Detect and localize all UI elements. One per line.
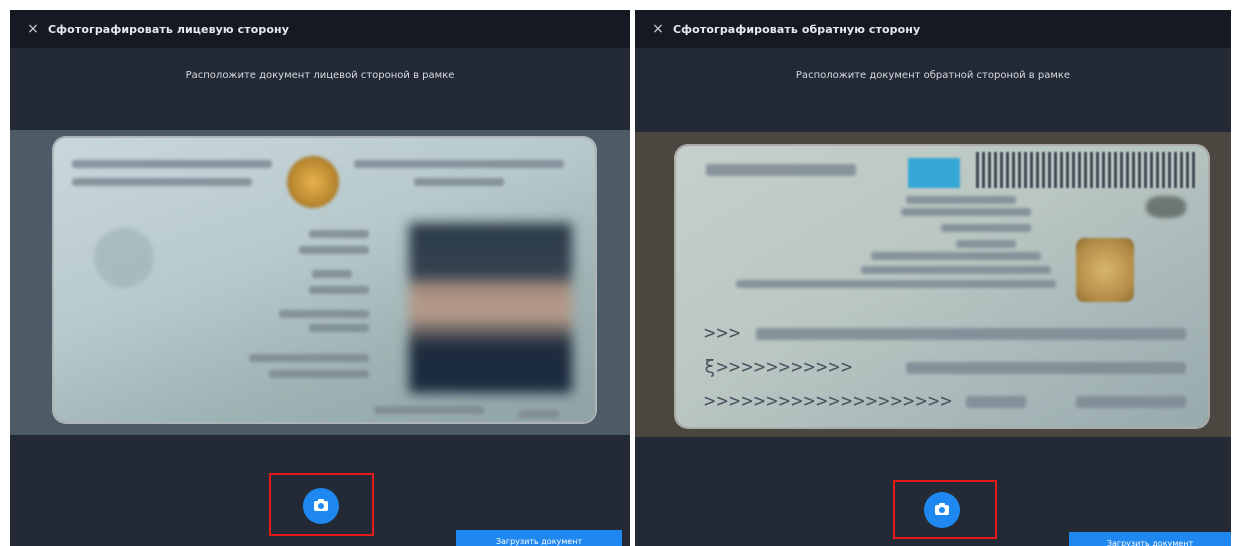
blurred-text bbox=[941, 224, 1031, 232]
blurred-text bbox=[706, 164, 856, 176]
blurred-text bbox=[1076, 396, 1186, 408]
instruction-text: Расположите документ лицевой стороной в … bbox=[185, 70, 455, 81]
portrait-photo bbox=[409, 223, 572, 393]
blurred-text bbox=[414, 178, 504, 186]
emblem-image bbox=[287, 156, 339, 208]
blurred-text bbox=[906, 362, 1186, 374]
ghost-photo bbox=[94, 228, 154, 288]
mrz-line: >>> bbox=[704, 322, 742, 344]
blurred-text bbox=[269, 370, 369, 378]
page-title: Сфотографировать лицевую сторону bbox=[48, 22, 290, 36]
upload-document-button[interactable]: Загрузить документ bbox=[1069, 532, 1231, 546]
close-icon[interactable]: × bbox=[18, 21, 48, 37]
upload-document-button[interactable]: Загрузить документ bbox=[456, 530, 622, 546]
blurred-text bbox=[901, 208, 1031, 216]
map-image bbox=[1146, 196, 1186, 218]
blurred-text bbox=[374, 406, 484, 414]
close-icon[interactable]: × bbox=[643, 21, 673, 37]
camera-preview bbox=[10, 130, 630, 435]
instruction-text: Расположите документ обратной стороной в… bbox=[795, 70, 1071, 81]
blurred-text bbox=[906, 196, 1016, 204]
blurred-text bbox=[354, 160, 564, 168]
mrz-line: ξ>>>>>>>>>>> bbox=[704, 356, 854, 378]
topbar: × Сфотографировать обратную сторону bbox=[635, 10, 1231, 48]
blurred-text bbox=[756, 328, 1186, 340]
blurred-text bbox=[312, 270, 352, 278]
mrz-line: >>>>>>>>>>>>>>>>>>>> bbox=[704, 390, 953, 412]
document-frame: >>> ξ>>>>>>>>>>> >>>>>>>>>>>>>>>>>>>> bbox=[676, 146, 1208, 427]
page-title: Сфотографировать обратную сторону bbox=[673, 22, 921, 36]
topbar: × Сфотографировать лицевую сторону bbox=[10, 10, 630, 48]
blurred-text bbox=[309, 230, 369, 238]
camera-preview: >>> ξ>>>>>>>>>>> >>>>>>>>>>>>>>>>>>>> bbox=[635, 132, 1231, 437]
blurred-text bbox=[871, 252, 1041, 260]
blurred-text bbox=[72, 160, 272, 168]
blurred-text bbox=[956, 240, 1016, 248]
blurred-text bbox=[861, 266, 1051, 274]
chip-image bbox=[1076, 238, 1134, 302]
blurred-text bbox=[249, 354, 369, 362]
barcode-image bbox=[976, 152, 1196, 188]
blurred-text bbox=[309, 324, 369, 332]
blurred-text bbox=[299, 246, 369, 254]
blurred-text bbox=[309, 286, 369, 294]
capture-back-screen: × Сфотографировать обратную сторону Расп… bbox=[635, 10, 1231, 546]
blurred-text bbox=[72, 178, 252, 186]
highlight-box bbox=[269, 473, 374, 536]
blurred-text bbox=[519, 410, 559, 418]
blurred-text bbox=[279, 310, 369, 318]
blurred-text bbox=[736, 280, 1056, 288]
flag-image bbox=[908, 158, 960, 188]
highlight-box bbox=[893, 480, 997, 539]
document-frame bbox=[54, 138, 595, 422]
capture-front-screen: × Сфотографировать лицевую сторону Распо… bbox=[10, 10, 630, 546]
blurred-text bbox=[966, 396, 1026, 408]
